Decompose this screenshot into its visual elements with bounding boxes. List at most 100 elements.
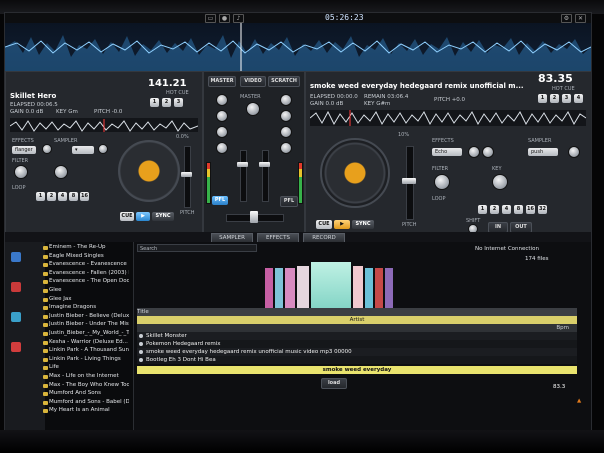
- record-icon[interactable]: ●: [219, 14, 230, 23]
- deck-left-effect-select[interactable]: flanger: [12, 146, 36, 154]
- highlighted-track-row[interactable]: smoke weed everyday: [137, 366, 577, 374]
- deck-right-hotcue-3[interactable]: 3: [562, 94, 571, 103]
- mixer-right-low-knob[interactable]: [280, 142, 292, 154]
- folder-item[interactable]: Max - Life on the Internet: [49, 373, 129, 379]
- deck-left-hotcue-1[interactable]: 1: [150, 98, 159, 107]
- deck-right-loop-pad-8[interactable]: 8: [514, 205, 523, 214]
- column-title[interactable]: Title: [137, 309, 149, 315]
- folder-item[interactable]: My Heart Is an Animal: [49, 407, 129, 413]
- monitor-icon[interactable]: ▭: [205, 14, 216, 23]
- deck-right-hotcue-2[interactable]: 2: [550, 94, 559, 103]
- folder-item[interactable]: Justin_Bieber_-_My_World_-_Th...: [49, 330, 129, 336]
- deck-right-sync-button[interactable]: SYNC: [352, 220, 374, 229]
- deck-left-sync-button[interactable]: SYNC: [152, 212, 174, 221]
- folder-item[interactable]: Justin Bieber - Believe (Deluxe...: [49, 313, 129, 319]
- deck-left-loop-pad-2[interactable]: 2: [47, 192, 56, 201]
- folder-item[interactable]: Kesha - Warrior (Deluxe Ed...: [49, 339, 129, 345]
- folder-item[interactable]: Imagine Dragons: [49, 304, 129, 310]
- mic-icon[interactable]: ♪: [233, 14, 244, 23]
- deck-right-key-knob[interactable]: [492, 174, 508, 190]
- album-cover[interactable]: [353, 266, 363, 314]
- deck-right-play-button[interactable]: ▶: [334, 220, 350, 229]
- track-list-selected-bar[interactable]: Artist: [137, 316, 577, 324]
- search-input[interactable]: Search: [137, 244, 257, 252]
- track-row[interactable]: smoke weed everyday hedegaard remix unof…: [137, 348, 577, 356]
- deck-left-key-knob[interactable]: [54, 165, 68, 179]
- folder-item[interactable]: Linkin Park - A Thousand Sun...: [49, 347, 129, 353]
- folder-item[interactable]: Mumford And Sons: [49, 390, 129, 396]
- folder-item[interactable]: Linkin Park - Living Things: [49, 356, 129, 362]
- deck-left-pitch-fader[interactable]: [184, 146, 191, 208]
- deck-right-cue-button[interactable]: CUE: [316, 220, 332, 229]
- deck-right-fx-knob-1[interactable]: [468, 146, 480, 158]
- deck-left-fx-knob-1[interactable]: [42, 144, 52, 154]
- deck-left-play-button[interactable]: ▶: [136, 212, 150, 221]
- album-cover[interactable]: [297, 266, 309, 314]
- deck-right-filter-knob[interactable]: [434, 174, 450, 190]
- mixer-crossfader-cap[interactable]: [250, 211, 258, 223]
- deck-left-cue-button[interactable]: CUE: [120, 212, 134, 221]
- folder-item[interactable]: Evanescence - Evanescence (D...: [49, 261, 129, 267]
- mixer-tab-scratch[interactable]: SCRATCH: [268, 76, 300, 87]
- deck-right-loop-pad-4[interactable]: 4: [502, 205, 511, 214]
- mixer-right-volume-cap[interactable]: [259, 162, 270, 167]
- deck-right-sampler-select[interactable]: push: [528, 148, 558, 156]
- deck-left-loop-pad-4[interactable]: 4: [58, 192, 67, 201]
- mixer-left-low-knob[interactable]: [216, 142, 228, 154]
- deck-left-loop-pad-1[interactable]: 1: [36, 192, 45, 201]
- folder-item[interactable]: Glee Jax: [49, 296, 129, 302]
- deck-right-loop-pad-2[interactable]: 2: [490, 205, 499, 214]
- deck-right-fx-knob-2[interactable]: [482, 146, 494, 158]
- mixer-tab-video[interactable]: VIDEO: [240, 76, 266, 87]
- deck-right-sampler-knob[interactable]: [568, 146, 580, 158]
- track-row[interactable]: Bootleg Eh 3 Dont Hi Bea: [137, 356, 577, 364]
- column-bpm[interactable]: Bpm: [556, 324, 569, 332]
- deck-left-jog-wheel[interactable]: [118, 140, 180, 202]
- deck-right-loop-pad-16[interactable]: 16: [526, 205, 535, 214]
- deck-left-filter-knob[interactable]: [14, 165, 28, 179]
- deck-right-loop-pad-1[interactable]: 1: [478, 205, 487, 214]
- mixer-left-volume-cap[interactable]: [237, 162, 248, 167]
- mixer-left-volume-fader[interactable]: [240, 150, 247, 202]
- folder-item[interactable]: Evanescence - The Open Door (...: [49, 278, 129, 284]
- mixer-right-mid-knob[interactable]: [280, 126, 292, 138]
- deck-right-hotcue-4[interactable]: 4: [574, 94, 583, 103]
- settings-icon[interactable]: ⚙: [561, 14, 572, 23]
- deck-left-hotcue-3[interactable]: 3: [174, 98, 183, 107]
- folder-item[interactable]: Eagle Mixed Singles: [49, 253, 129, 259]
- close-icon[interactable]: ✕: [575, 14, 586, 23]
- mixer-right-high-knob[interactable]: [280, 110, 292, 122]
- mixer-master-knob[interactable]: [246, 102, 260, 116]
- mixer-left-high-knob[interactable]: [216, 110, 228, 122]
- mixer-right-pfl-button[interactable]: PFL: [280, 196, 298, 207]
- deck-left-hotcue-2[interactable]: 2: [162, 98, 171, 107]
- folder-item[interactable]: Glee: [49, 287, 129, 293]
- deck-left-sampler-select[interactable]: ▾: [72, 146, 94, 154]
- mixer-left-pfl-button[interactable]: PFL: [212, 196, 228, 205]
- deck-left-loop-pad-16[interactable]: 16: [80, 192, 89, 201]
- track-row[interactable]: Skillet Monster: [137, 332, 577, 340]
- folder-item[interactable]: Justin Bieber - Under The Mistle...: [49, 321, 129, 327]
- deck-right-waveform[interactable]: [310, 110, 586, 126]
- deck-right-jog-wheel[interactable]: [320, 138, 390, 208]
- folder-item[interactable]: Mumford and Sons - Babel (Del...: [49, 399, 129, 405]
- deck-right-effect-select[interactable]: Echo: [432, 148, 462, 156]
- deck-right-loop-pad-32[interactable]: 32: [538, 205, 547, 214]
- folder-item[interactable]: Eminem - The Re-Up: [49, 244, 129, 250]
- folder-item[interactable]: Evanescence - Fallen (2003) R...: [49, 270, 129, 276]
- mixer-right-gain-knob[interactable]: [280, 94, 292, 106]
- deck-left-waveform[interactable]: [10, 118, 198, 132]
- deck-right-hotcue-1[interactable]: 1: [538, 94, 547, 103]
- mixer-left-gain-knob[interactable]: [216, 94, 228, 106]
- load-button[interactable]: load: [321, 378, 347, 389]
- deck-right-pitch-fader-cap[interactable]: [402, 178, 416, 184]
- folder-item[interactable]: Max - The Boy Who Knew Too M...: [49, 382, 129, 388]
- deck-left-pitch-fader-cap[interactable]: [181, 172, 192, 177]
- overview-waveform[interactable]: [5, 23, 591, 71]
- folder-item[interactable]: Life: [49, 364, 129, 370]
- mixer-tab-master[interactable]: MASTER: [208, 76, 236, 87]
- track-row[interactable]: Pokemon Hedegaard remix: [137, 340, 577, 348]
- deck-left-loop-pad-8[interactable]: 8: [69, 192, 78, 201]
- mixer-left-mid-knob[interactable]: [216, 126, 228, 138]
- mixer-right-volume-fader[interactable]: [262, 150, 269, 202]
